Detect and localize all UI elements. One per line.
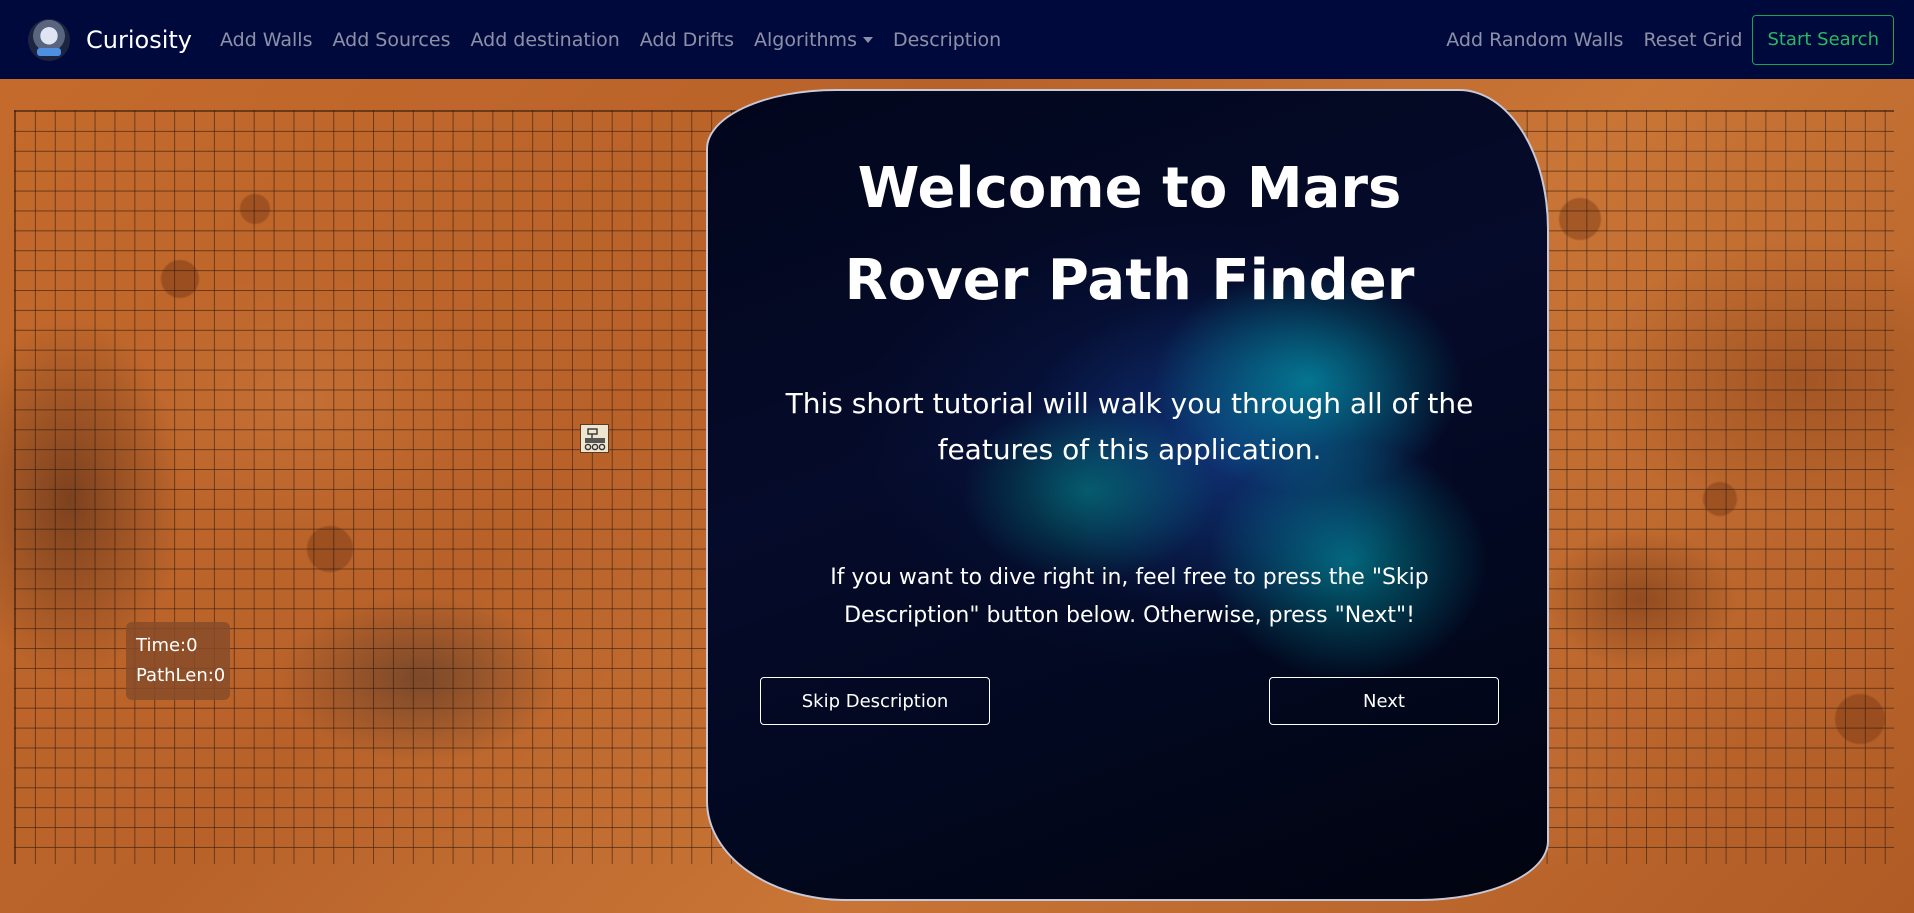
nav-add-drifts[interactable]: Add Drifts: [630, 29, 744, 51]
modal-hint: If you want to dive right in, feel free …: [830, 565, 1429, 628]
time-stat: Time:0: [136, 635, 198, 656]
next-button[interactable]: Next: [1269, 677, 1499, 725]
rover-source-cell[interactable]: [580, 424, 609, 453]
nav-reset-grid[interactable]: Reset Grid: [1633, 29, 1752, 51]
modal-subtitle: This short tutorial will walk you throug…: [785, 387, 1474, 466]
tutorial-modal: Welcome to Mars Rover Path Finder This s…: [706, 89, 1549, 901]
nav-add-walls[interactable]: Add Walls: [210, 29, 323, 51]
nav-description[interactable]: Description: [883, 29, 1011, 51]
nav-algorithms-dropdown[interactable]: Algorithms: [744, 29, 883, 51]
stats-panel: Time:0 PathLen:0: [126, 622, 230, 700]
nav-add-sources[interactable]: Add Sources: [322, 29, 460, 51]
brand-name: Curiosity: [86, 25, 192, 54]
brand[interactable]: Curiosity: [28, 18, 192, 61]
modal-title: Welcome to Mars Rover Path Finder: [844, 156, 1415, 313]
nav-algorithms-label: Algorithms: [754, 28, 857, 51]
navbar: Curiosity Add Walls Add Sources Add dest…: [0, 0, 1914, 79]
skip-description-button[interactable]: Skip Description: [760, 677, 990, 725]
start-search-button[interactable]: Start Search: [1752, 14, 1894, 65]
nav-add-destination[interactable]: Add destination: [460, 29, 629, 51]
path-length-stat: PathLen:0: [136, 665, 226, 686]
nav-add-random-walls[interactable]: Add Random Walls: [1436, 29, 1633, 51]
nav-right-group: Add Random Walls Reset Grid Start Search: [1436, 14, 1894, 65]
rover-logo-icon: [28, 18, 70, 61]
caret-down-icon: [862, 36, 873, 43]
rover-icon: [584, 427, 605, 450]
